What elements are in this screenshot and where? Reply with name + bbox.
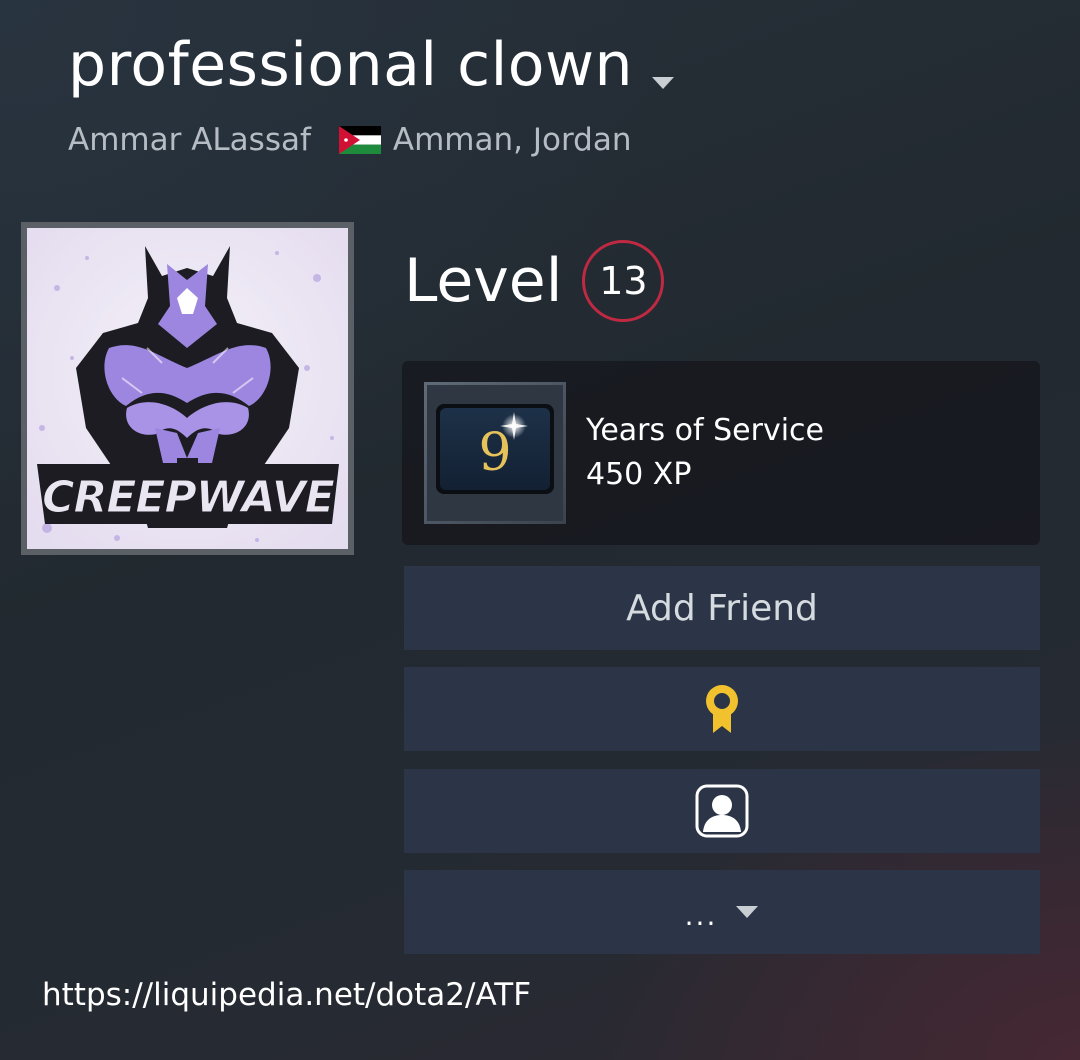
- jordan-flag-icon: [338, 126, 381, 154]
- svg-text:CREEPWAVE: CREEPWAVE: [42, 472, 335, 523]
- favorite-badge-panel[interactable]: 9 Years of Service 450 XP: [402, 361, 1040, 545]
- add-friend-label: Add Friend: [626, 587, 818, 629]
- level-label: Level: [404, 246, 563, 316]
- profile-subline: Ammar ALassaf Amman, Jordan: [68, 122, 631, 158]
- more-options-button[interactable]: ...: [404, 870, 1040, 954]
- chevron-down-icon: [736, 906, 759, 918]
- profile-header: professional clown Ammar ALassaf Amman, …: [68, 22, 675, 158]
- badge-xp: 450 XP: [586, 457, 692, 492]
- years-of-service-badge-icon: 9: [424, 382, 566, 524]
- user-profile-icon: [695, 784, 749, 838]
- award-ribbon-icon: [706, 685, 738, 733]
- persona-name: professional clown: [68, 30, 634, 100]
- level-row: Level 13: [404, 240, 665, 322]
- persona-row: professional clown: [68, 22, 675, 102]
- view-profile-button[interactable]: [404, 769, 1040, 853]
- award-button[interactable]: [404, 667, 1040, 751]
- avatar-frame: CREEPWAVE: [21, 222, 354, 555]
- avatar[interactable]: CREEPWAVE: [27, 228, 348, 549]
- real-name: Ammar ALassaf: [68, 122, 311, 158]
- level-number: 13: [599, 259, 648, 303]
- level-badge[interactable]: 13: [582, 240, 665, 322]
- persona-history-caret-icon[interactable]: [651, 76, 675, 90]
- badge-name: Years of Service: [586, 413, 825, 448]
- more-dots: ...: [684, 898, 718, 932]
- location: Amman, Jordan: [392, 122, 632, 158]
- source-url-overlay: https://liquipedia.net/dota2/ATF: [42, 977, 532, 1013]
- add-friend-button[interactable]: Add Friend: [404, 566, 1040, 650]
